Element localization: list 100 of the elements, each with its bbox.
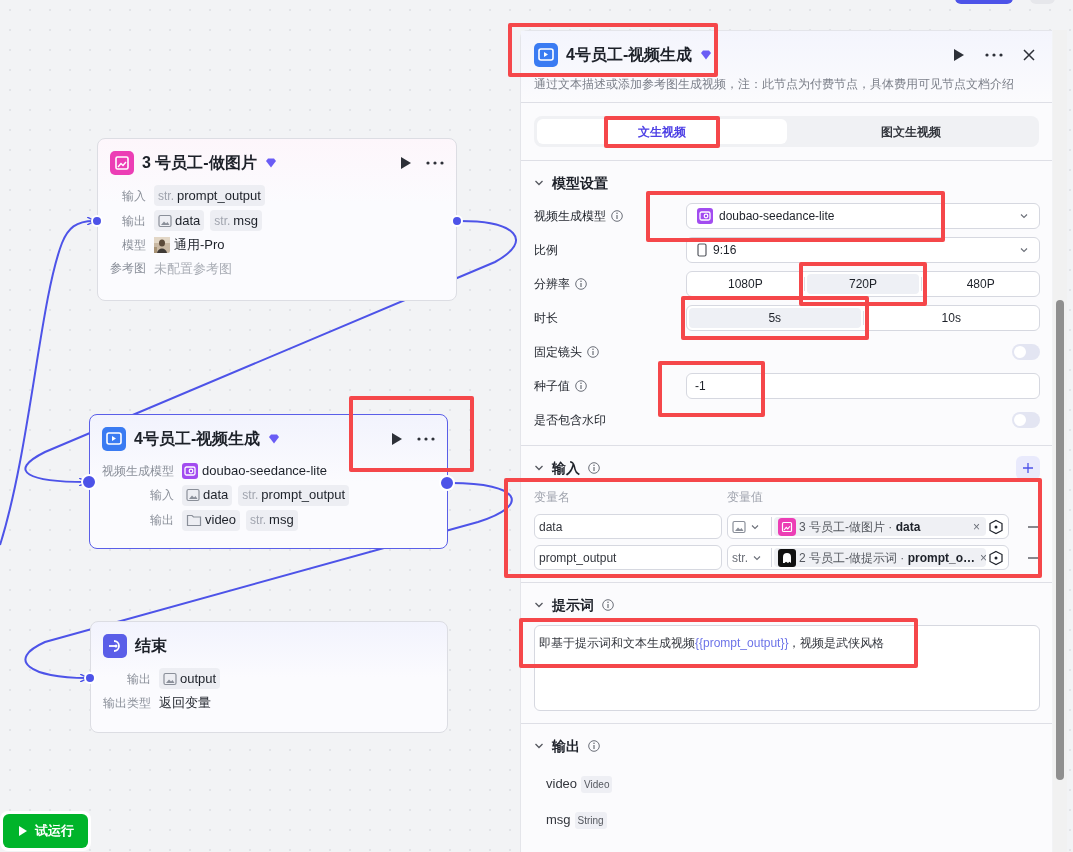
output-name: msg [546, 811, 571, 830]
field-value: 返回变量 [159, 694, 211, 712]
tab[interactable]: 图文生视频 [786, 119, 1036, 144]
scrollbar[interactable] [1053, 30, 1067, 852]
prompt-text: 即基于提示词和文本生成视频{{prompt_output}}，视频是武侠风格 [539, 635, 885, 652]
chevron-icon[interactable] [534, 463, 544, 473]
workflow-node[interactable]: 结束 输出 output 输出类型 返回变量 [90, 621, 448, 733]
target-icon[interactable] [986, 549, 1006, 566]
segment-option[interactable]: 10s [865, 308, 1037, 328]
section-title: 输入 [552, 458, 580, 478]
output-name: video [546, 775, 578, 794]
video-icon [102, 427, 126, 451]
more-button[interactable] [426, 161, 444, 165]
chevron-icon[interactable] [534, 178, 544, 188]
field-label: 参考图 [110, 260, 146, 278]
column-header: 变量名 [534, 489, 571, 506]
variable-name: prompt_output [261, 486, 346, 505]
description-text: 通过文本描述或添加参考图生成视频，注：此节点为付费节点，具体费用可见节点文档介绍 [534, 76, 1015, 93]
field-label: 是否包含水印 [534, 412, 606, 429]
placeholder-text: 未配置参考图 [154, 259, 233, 278]
node-title: 结束 [135, 636, 167, 656]
segment-option[interactable]: 480P [924, 274, 1037, 294]
select-value: doubao-seedance-lite [719, 208, 835, 225]
section-title: 提示词 [552, 595, 594, 615]
play-button[interactable] [400, 156, 412, 170]
type-tag: String [574, 811, 607, 829]
variable-name: msg [269, 511, 294, 530]
field-label: 种子值 [534, 378, 570, 395]
image-icon [186, 488, 200, 502]
input-field[interactable]: data [534, 514, 722, 539]
target-icon[interactable] [986, 518, 1006, 535]
select-value: 9:16 [713, 242, 737, 259]
port-dot[interactable] [91, 215, 103, 227]
variable-name: data [203, 486, 229, 505]
type-tag: Video [581, 775, 613, 793]
exit-icon [103, 634, 127, 658]
type-select[interactable] [730, 517, 772, 536]
field-label: 比例 [534, 242, 558, 259]
image-icon [163, 671, 177, 686]
phone-icon [697, 243, 707, 257]
chevron-icon[interactable] [534, 600, 544, 610]
prompt-field[interactable]: 即基于提示词和文本生成视频{{prompt_output}}，视频是武侠风格 [534, 625, 1040, 711]
field-label: 输入 [149, 487, 174, 504]
video-icon [534, 43, 558, 67]
variable-name: prompt_output [177, 186, 261, 205]
more-button[interactable] [985, 53, 1003, 57]
image-icon [110, 151, 134, 175]
variable-name: msg [233, 211, 258, 230]
type-select[interactable]: str. [730, 548, 772, 567]
panel-title: 4号员工-视频生成 [566, 45, 693, 65]
toggle-switch[interactable] [1012, 344, 1040, 360]
camera-icon [697, 208, 713, 224]
chevron-icon[interactable] [534, 741, 544, 751]
field-label: 视频生成模型 [102, 462, 174, 480]
tab[interactable]: 文生视频 [537, 119, 787, 144]
port-dot[interactable] [84, 672, 96, 684]
toggle-switch[interactable] [1012, 412, 1040, 428]
port-dot[interactable] [81, 474, 97, 490]
input-field[interactable]: prompt_output [534, 545, 722, 570]
section-title: 模型设置 [552, 173, 608, 193]
type-label: str. [242, 487, 259, 504]
scroll-thumb[interactable] [1056, 300, 1064, 780]
more-button[interactable] [417, 437, 435, 441]
field-label: 输出 [149, 512, 174, 529]
remove-icon[interactable] [1028, 555, 1038, 560]
variable-reference[interactable]: 2 号员工-做提示词 · prompt_o… × [774, 548, 986, 567]
field-label: 输出 [121, 212, 146, 230]
variable-name: output [180, 669, 217, 688]
caret-icon [1019, 211, 1029, 221]
play-button[interactable] [953, 48, 965, 62]
section-title: 输出 [552, 736, 580, 756]
field-label: 输出类型 [103, 694, 151, 712]
segment-option[interactable]: 5s [689, 308, 861, 328]
column-header: 变量值 [727, 489, 764, 506]
add-button[interactable] [1016, 456, 1040, 480]
type-label: str. [250, 512, 267, 529]
input-field[interactable]: -1 [686, 373, 1040, 399]
node-title: 4号员工-视频生成 [134, 429, 261, 449]
variable-name: video [205, 511, 237, 530]
variable-name: data [175, 211, 201, 230]
workflow-node[interactable]: 3 号员工-做图片 输入 str. prompt_output 输出 data str. msg 模型 通用-Pro 参考图 未配置参考图 [97, 138, 457, 301]
variable-reference[interactable]: 3 号员工-做图片 · data × [774, 517, 986, 536]
segment-option[interactable]: 1080P [689, 274, 802, 294]
type-label: str. [214, 212, 231, 230]
workflow-node[interactable]: 4号员工-视频生成 视频生成模型 doubao-seedance-lite 输入 data str. prompt_output 输出 video str. msg [89, 414, 448, 549]
field-label: 分辨率 [534, 276, 570, 293]
reference-text: 2 号员工-做提示词 · prompt_o… [799, 549, 975, 567]
close-button[interactable] [1023, 49, 1035, 61]
field-label: 固定镜头 [534, 344, 582, 361]
port-dot[interactable] [439, 475, 455, 491]
clear-button[interactable]: × [971, 520, 982, 533]
remove-icon[interactable] [1028, 524, 1038, 529]
image-icon [778, 517, 796, 536]
play-button[interactable] [391, 432, 403, 446]
plus-icon [1023, 463, 1033, 473]
image-icon [732, 519, 746, 534]
field-value: doubao-seedance-lite [202, 462, 328, 480]
segment-option[interactable]: 720P [806, 274, 920, 294]
reference-text: 3 号员工-做图片 · data [799, 518, 921, 536]
select-field[interactable]: doubao-seedance-lite [686, 203, 1040, 229]
